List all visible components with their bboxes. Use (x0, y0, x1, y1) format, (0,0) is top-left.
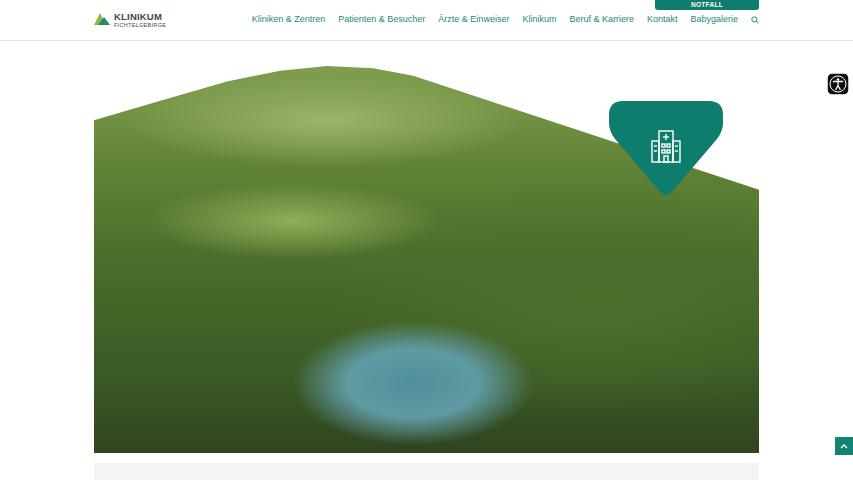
accessibility-icon[interactable] (826, 71, 850, 95)
nav-item[interactable]: Kliniken & Zentren (252, 13, 326, 27)
logo[interactable]: KLINIKUMFICHTELGEBIRGE (94, 12, 166, 28)
nav-item[interactable]: Klinikum (522, 13, 556, 27)
logo-subtitle: FICHTELGEBIRGE (114, 23, 166, 29)
site-header: KLINIKUMFICHTELGEBIRGE Kliniken & Zentren… (0, 0, 853, 41)
hero (94, 66, 759, 453)
nav-item[interactable]: Beruf & Karriere (569, 13, 634, 27)
main-content (94, 66, 759, 480)
chevron-up-icon (840, 443, 848, 449)
logo-name: KLINIKUM (114, 12, 166, 22)
nav-item[interactable]: Kontakt (647, 13, 678, 27)
content-strip (94, 463, 759, 480)
scroll-top-button[interactable] (835, 437, 853, 455)
logo-icon (94, 13, 110, 27)
logo-text: KLINIKUMFICHTELGEBIRGE (114, 12, 166, 28)
building-icon (609, 101, 723, 196)
nav-item[interactable]: Babygalerie (690, 13, 738, 27)
nav-item[interactable]: Patienten & Besucher (338, 13, 425, 27)
search-icon[interactable] (751, 16, 759, 24)
main-nav: Kliniken & Zentren Patienten & Besucher Är… (252, 13, 759, 27)
header-container: KLINIKUMFICHTELGEBIRGE Kliniken & Zentren… (94, 0, 759, 40)
nav-item[interactable]: Ärzte & Einweiser (438, 13, 509, 27)
emergency-button[interactable]: NOTFALL (655, 0, 759, 10)
